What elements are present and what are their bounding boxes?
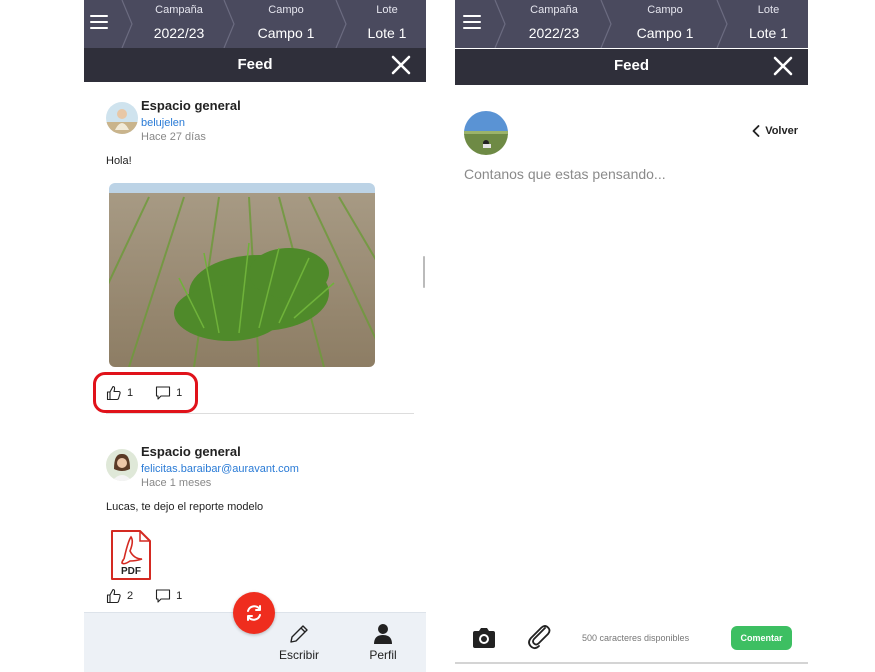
post-author-link[interactable]: belujelen: [141, 117, 185, 129]
actions-highlight-annotation: [93, 372, 198, 413]
avatar: [464, 111, 508, 155]
post-text: Lucas, te dejo el reporte modelo: [106, 501, 264, 513]
post-divider: [106, 413, 414, 414]
back-button[interactable]: Volver: [752, 125, 798, 137]
crumb-field-value: Campo 1: [257, 25, 315, 41]
breadcrumb-separator: [600, 0, 612, 48]
crumb-campaign[interactable]: Campaña 2022/23: [134, 0, 224, 48]
paperclip-icon[interactable]: [526, 624, 552, 652]
post-timestamp: Hace 1 meses: [141, 477, 212, 489]
crumb-campaign-value: 2022/23: [528, 25, 580, 41]
chars-remaining: 500 caracteres disponibles: [582, 633, 690, 643]
submit-comment-button[interactable]: Comentar: [731, 626, 792, 650]
context-header: Campaña 2022/23 Campo Campo 1 Lote Lote …: [84, 0, 426, 48]
crumb-lot-label: Lote: [376, 4, 398, 16]
page-title: Feed: [237, 56, 273, 73]
post-author-link[interactable]: felicitas.baraibar@auravant.com: [141, 463, 299, 475]
breadcrumb-separator: [335, 0, 347, 48]
person-icon: [374, 624, 392, 644]
like-count: 2: [127, 590, 134, 602]
menu-icon[interactable]: [463, 10, 487, 34]
comment-count: 1: [176, 590, 183, 602]
post-actions: 2 1: [106, 588, 182, 604]
crumb-campaign-label: Campaña: [155, 4, 203, 16]
crumb-field[interactable]: Campo Campo 1: [236, 0, 336, 48]
crumb-lot[interactable]: Lote Lote 1: [729, 0, 808, 48]
avatar[interactable]: [106, 449, 138, 481]
menu-icon[interactable]: [90, 10, 114, 34]
breadcrumb-separator: [716, 0, 728, 48]
crumb-campaign-label: Campaña: [530, 4, 578, 16]
feed-title-bar: Feed: [455, 49, 808, 85]
crumb-field-value: Campo 1: [636, 25, 694, 41]
back-label: Volver: [765, 125, 798, 137]
tab-write-label: Escribir: [278, 648, 319, 662]
post-image[interactable]: [109, 183, 375, 367]
feed-list-screen: Campaña 2022/23 Campo Campo 1 Lote Lote …: [84, 0, 426, 672]
like-button[interactable]: 2: [106, 588, 133, 604]
comment-button[interactable]: 1: [155, 588, 182, 604]
chevron-left-icon: [752, 125, 760, 137]
compose-post-screen: Campaña 2022/23 Campo Campo 1 Lote Lote …: [455, 0, 808, 672]
tab-write[interactable]: Escribir: [274, 622, 324, 662]
context-header: Campaña 2022/23 Campo Campo 1 Lote Lote …: [455, 0, 808, 48]
feed-title-bar: Feed: [84, 48, 426, 82]
post-timestamp: Hace 27 días: [141, 131, 206, 143]
compose-input[interactable]: Contanos que estas pensando...: [464, 166, 666, 182]
crumb-field-label: Campo: [268, 4, 304, 16]
breadcrumb-separator: [223, 0, 235, 48]
crumb-lot-value: Lote 1: [749, 25, 788, 41]
post-space-name: Espacio general: [141, 444, 241, 459]
breadcrumb-separator: [494, 0, 506, 48]
crumb-campaign-value: 2022/23: [153, 25, 205, 41]
post-space-name: Espacio general: [141, 98, 241, 113]
pdf-label: PDF: [121, 566, 141, 577]
crumb-field[interactable]: Campo Campo 1: [613, 0, 717, 48]
crumb-lot[interactable]: Lote Lote 1: [348, 0, 426, 48]
scrollbar[interactable]: [423, 256, 425, 288]
breadcrumb-separator: [121, 0, 133, 48]
crumb-lot-value: Lote 1: [367, 25, 407, 41]
pencil-icon: [290, 625, 308, 643]
compose-toolbar: 500 caracteres disponibles Comentar: [455, 620, 808, 664]
comment-icon: [156, 589, 171, 603]
close-icon[interactable]: [390, 54, 412, 76]
camera-icon[interactable]: [471, 626, 497, 650]
sync-icon: [247, 605, 261, 621]
tab-profile[interactable]: Perfil: [361, 622, 405, 662]
close-icon[interactable]: [772, 55, 794, 77]
post-text: Hola!: [106, 155, 132, 167]
avatar[interactable]: [106, 102, 138, 134]
sync-button[interactable]: [233, 592, 275, 634]
pdf-icon[interactable]: PDF: [110, 529, 152, 581]
crumb-lot-label: Lote: [757, 4, 780, 16]
crumb-field-label: Campo: [647, 4, 683, 16]
crumb-campaign[interactable]: Campaña 2022/23: [507, 0, 601, 48]
tab-profile-label: Perfil: [369, 648, 397, 662]
page-title: Feed: [613, 57, 649, 74]
thumbs-up-icon: [106, 588, 121, 604]
